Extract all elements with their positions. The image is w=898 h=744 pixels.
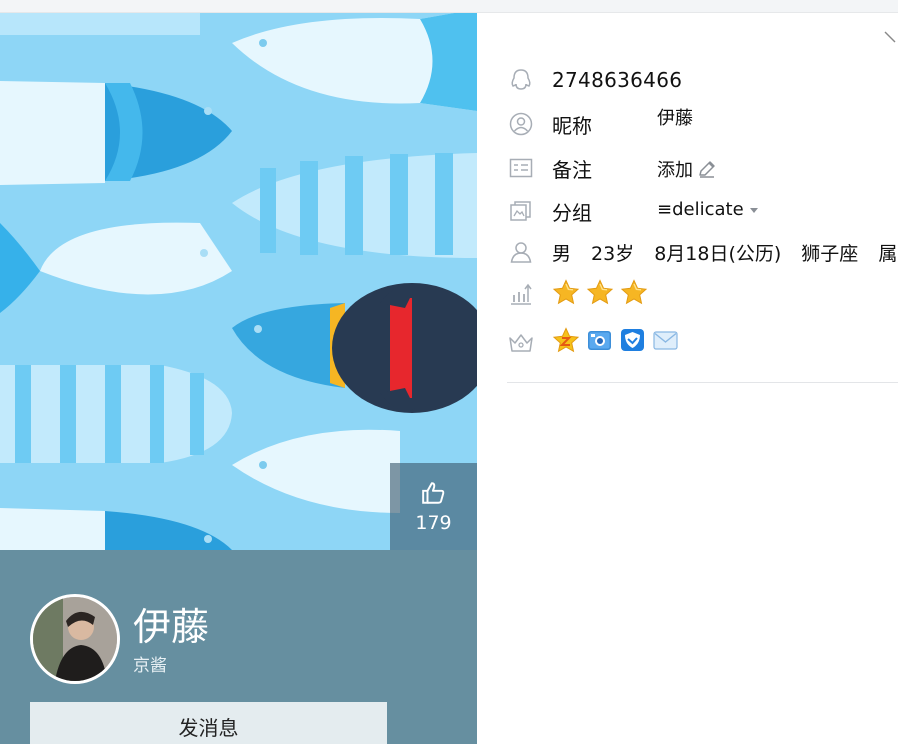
profile-left-panel: 179 伊藤 京酱 发消息 <box>0 13 477 744</box>
user-circle-icon <box>507 110 535 138</box>
remark-label: 备注 <box>552 157 592 182</box>
group-value: ≡delicate <box>657 199 744 220</box>
basic-info: 男 23岁 8月18日(公历) 狮子座 属 <box>552 239 898 266</box>
caret-down-icon <box>749 206 759 214</box>
window-top-strip <box>0 0 898 13</box>
mail-icon[interactable] <box>652 327 679 358</box>
group-label: 分组 <box>552 200 592 225</box>
level-row <box>507 278 648 309</box>
qzone-star-icon[interactable] <box>552 326 580 358</box>
person-icon <box>507 238 535 266</box>
remark-add-link[interactable]: 添加 <box>657 156 717 182</box>
camera-icon[interactable] <box>586 327 613 358</box>
star-icon <box>586 278 614 310</box>
profile-details-panel: 2748636466 昵称 伊藤 备注 添加 分组 ≡delicate 男 23… <box>477 13 898 744</box>
shield-icon[interactable] <box>619 327 646 358</box>
level-stars[interactable] <box>552 278 648 310</box>
qq-number: 2748636466 <box>552 68 683 92</box>
crown-icon <box>507 328 535 356</box>
qq-number-row: 2748636466 <box>507 65 682 95</box>
star-icon <box>552 278 580 310</box>
card-icon <box>507 154 535 182</box>
nickname-value: 伊藤 <box>657 108 693 129</box>
age: 23岁 <box>591 242 635 265</box>
basic-info-row: 男 23岁 8月18日(公历) 狮子座 属 <box>507 237 897 267</box>
avatar[interactable] <box>30 594 120 684</box>
gender: 男 <box>552 242 572 265</box>
zodiac-animal-truncated: 属 <box>878 242 898 265</box>
group-select[interactable]: ≡delicate <box>657 199 759 220</box>
qq-penguin-icon <box>507 66 535 94</box>
close-icon[interactable] <box>882 29 898 45</box>
remark-add-text: 添加 <box>657 160 693 181</box>
send-message-button[interactable]: 发消息 <box>30 702 387 744</box>
birthday: 8月18日(公历) <box>654 242 782 265</box>
group-row: 分组 ≡delicate <box>507 196 758 226</box>
remark-row: 备注 添加 <box>507 153 715 183</box>
profile-sub-name: 京酱 <box>133 656 167 676</box>
like-button[interactable]: 179 <box>390 463 477 550</box>
pencil-icon <box>697 159 717 179</box>
profile-band: 伊藤 京酱 发消息 <box>0 550 477 744</box>
like-count: 179 <box>415 511 452 534</box>
star-icon <box>620 278 648 310</box>
zodiac: 狮子座 <box>801 242 859 265</box>
profile-display-name: 伊藤 <box>133 605 210 649</box>
nickname-label: 昵称 <box>552 113 592 138</box>
group-icon <box>507 197 535 225</box>
thumbs-up-icon <box>421 480 447 510</box>
vip-row <box>507 326 678 357</box>
nickname-row: 昵称 伊藤 <box>507 108 693 139</box>
level-chart-icon <box>507 280 535 308</box>
vip-badges <box>552 326 679 358</box>
section-divider <box>507 382 898 383</box>
